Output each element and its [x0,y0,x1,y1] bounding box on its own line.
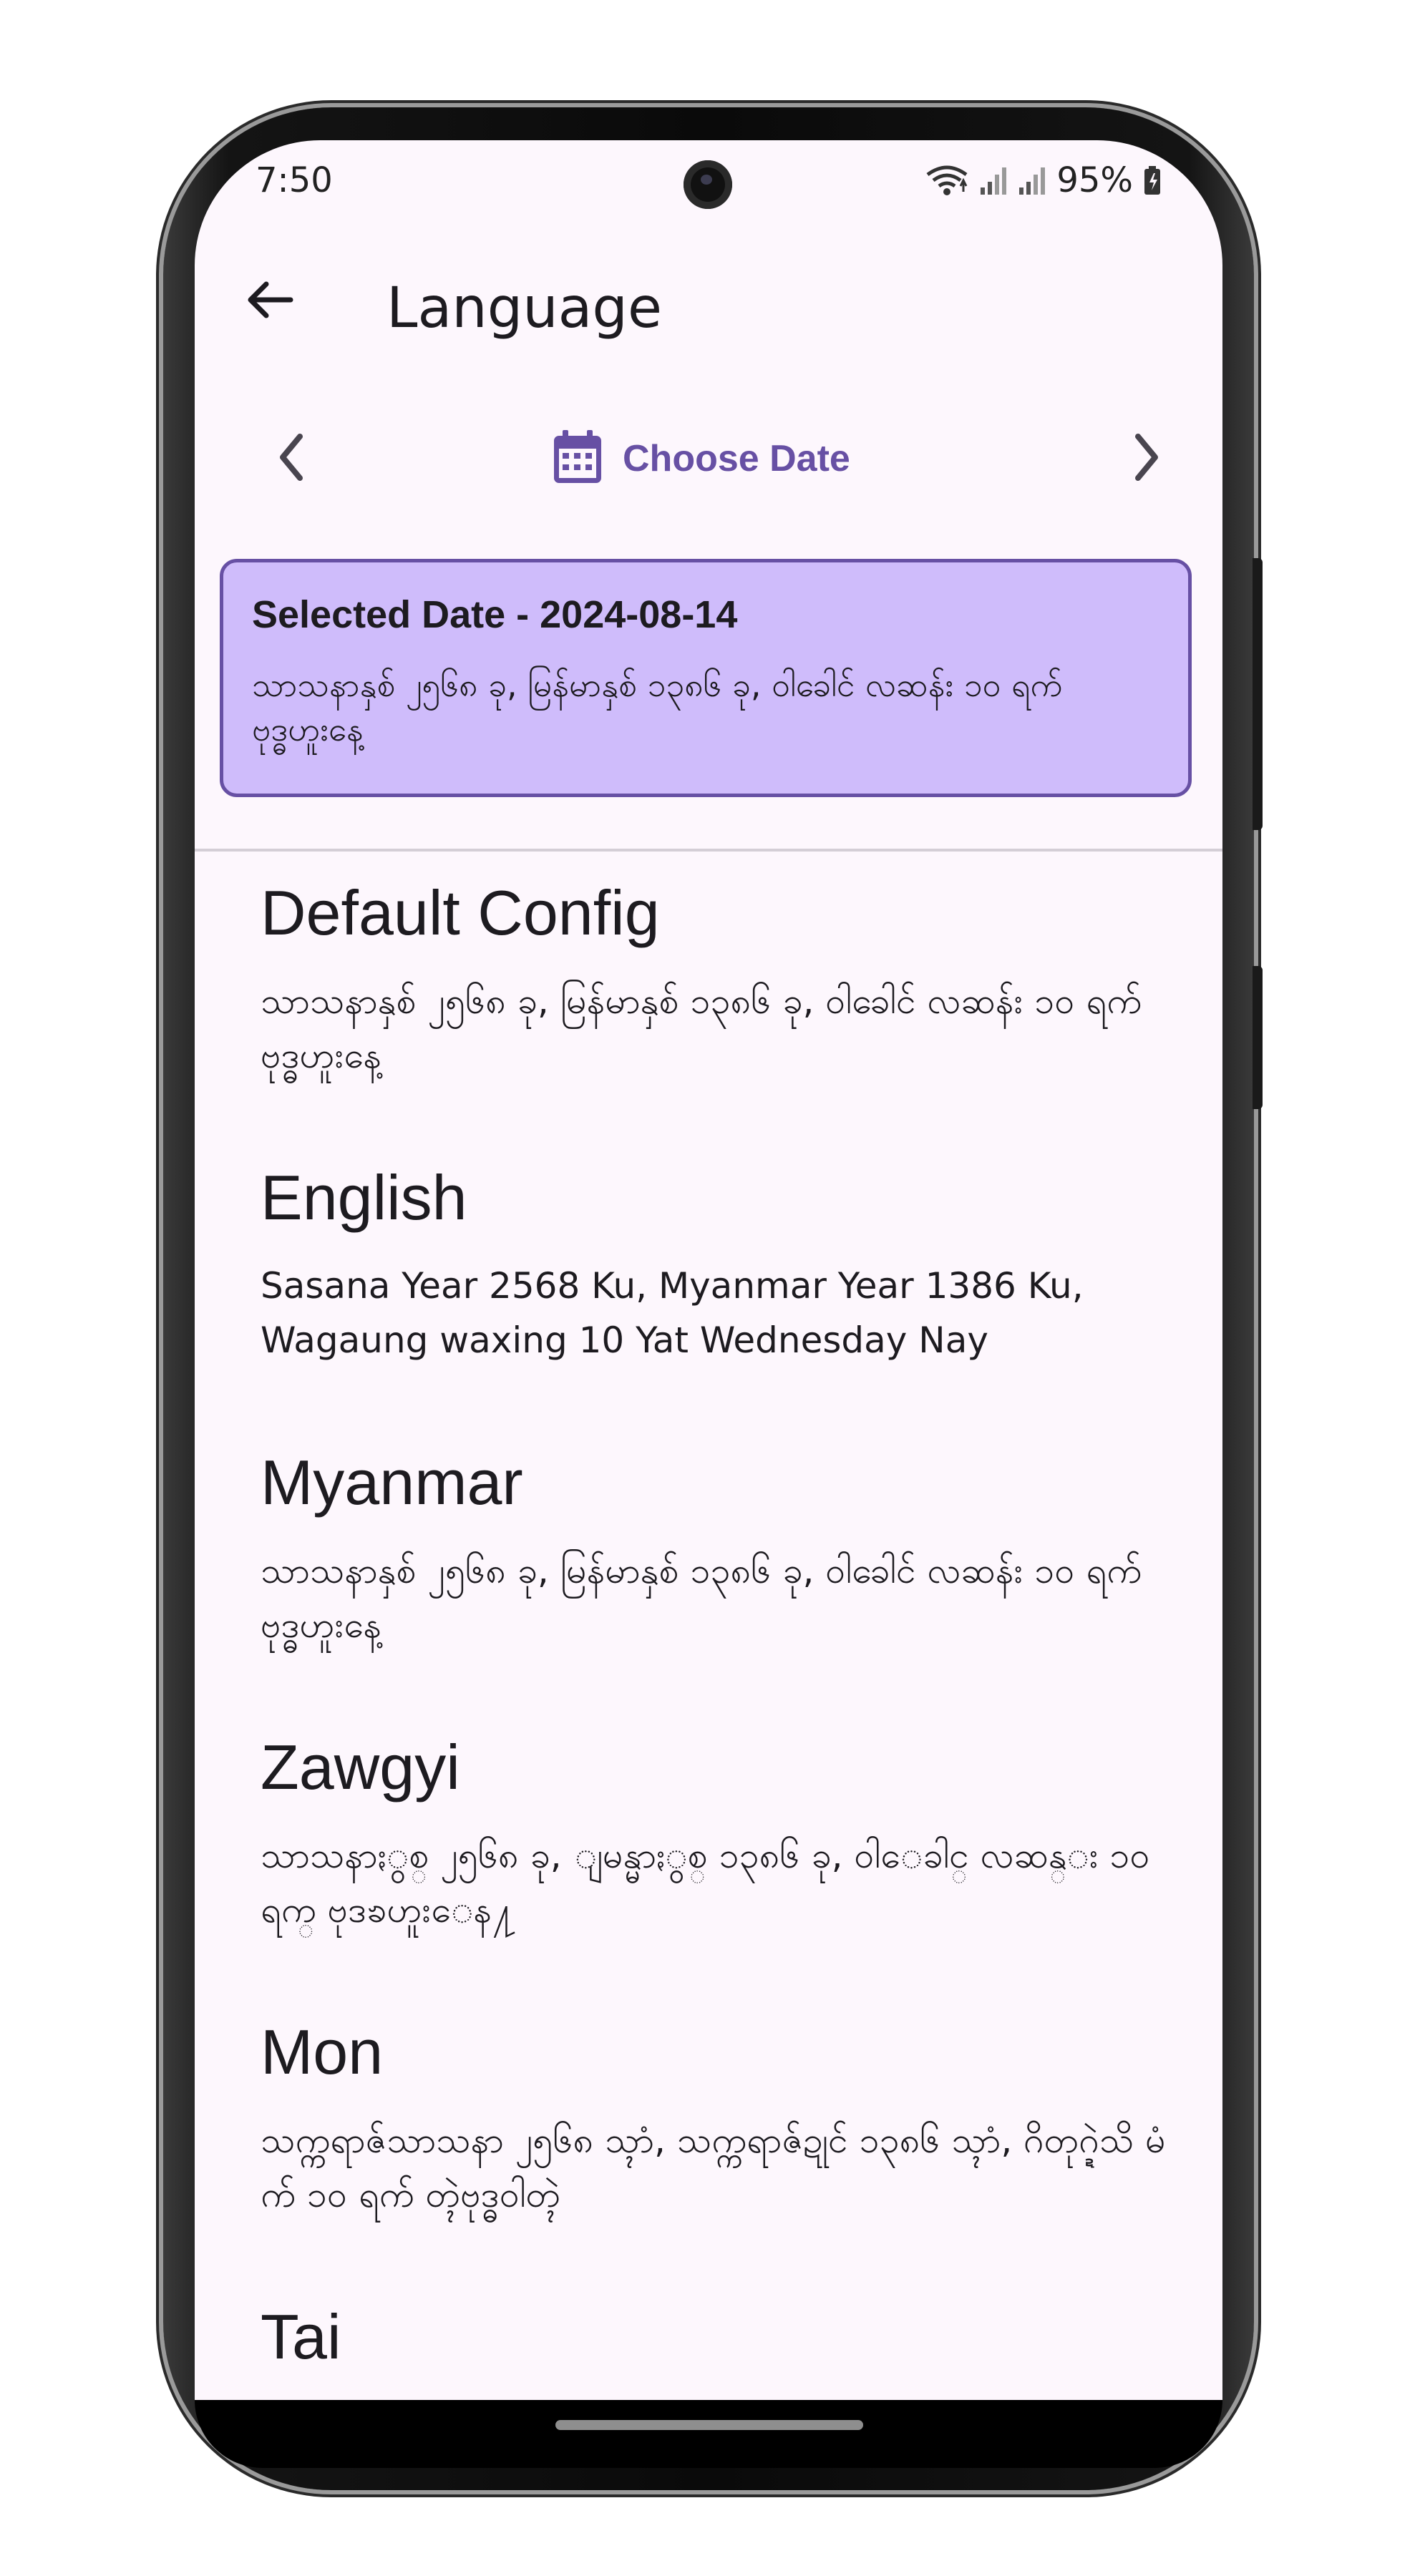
selected-date-title: Selected Date - 2024-08-14 [252,593,738,636]
battery-icon [1143,165,1162,196]
arrow-left-icon [245,278,295,324]
language-list: Default Config သာသနာနှစ် ၂၅၆၈ ခု, မြန်မာ… [261,870,1170,2400]
language-name: Mon [261,2016,384,2087]
language-item-myanmar[interactable]: Myanmar သာသနာနှစ် ၂၅၆၈ ခု, မြန်မာနှစ် ၁၃… [261,1440,1170,1724]
volume-button [1253,966,1263,1109]
divider [195,849,1222,852]
home-indicator[interactable] [555,2420,863,2430]
page-title: Language [386,276,662,341]
choose-date-button[interactable]: Choose Date [553,426,850,491]
screen: 7:50 95% Language Choose Date Selected D… [195,140,1222,2400]
app-bar: Language [195,248,1222,355]
next-date-button[interactable] [1111,423,1182,494]
previous-date-button[interactable] [256,423,327,494]
language-date-text: သက္ကရာဇ်သာသနာ ၂၅၆၈ သ္ၚာံ, သက္ကရာဇ်ဍုင် ၁… [261,2119,1166,2215]
signal-icon [979,165,1008,196]
language-date-text: Sasana Year 2568 Ku, Myanmar Year 1386 K… [261,1265,1084,1361]
language-name: Default Config [261,877,660,948]
back-button[interactable] [234,265,306,337]
language-item-mon[interactable]: Mon သက္ကရာဇ်သာသနာ ၂၅၆၈ သ္ၚာံ, သက္ကရာဇ်ဍု… [261,2009,1170,2294]
language-date-text: သာသနာနှစ် ၂၅၆၈ ခု, မြန်မာနှစ် ၁၃၈၆ ခု, ဝ… [261,1550,1142,1646]
power-button [1253,558,1263,830]
status-time: 7:50 [256,160,333,200]
battery-percent: 95% [1056,160,1133,200]
status-icons: 95% [925,160,1162,200]
chevron-left-icon [277,432,306,485]
language-date-text: သာသနာနှစ် ၂၅၆၈ ခု, မြန်မာနှစ် ၁၃၈၆ ခု, ဝ… [261,980,1142,1076]
language-item-tai[interactable]: Tai [261,2294,1170,2400]
wifi-icon [925,165,969,196]
choose-date-label: Choose Date [623,438,850,479]
calendar-icon [553,430,603,487]
language-item-zawgyi[interactable]: Zawgyi သာသနာႏွစ္ ၂၅၆၈ ခု, ျမန္မာႏွစ္ ၁၃၈… [261,1724,1170,2009]
front-camera [684,160,732,209]
selected-date-card: Selected Date - 2024-08-14 သာသနာနှစ် ၂၅၆… [220,559,1192,797]
language-item-default-config[interactable]: Default Config သာသနာနှစ် ၂၅၆၈ ခု, မြန်မာ… [261,870,1170,1155]
signal-icon [1018,165,1046,196]
selected-date-text: သာသနာနှစ် ၂၅၆၈ ခု, မြန်မာနှစ် ၁၃၈၆ ခု, ဝ… [252,665,1063,748]
chevron-right-icon [1132,432,1161,485]
language-name: English [261,1162,467,1233]
language-name: Zawgyi [261,1732,460,1802]
language-item-english[interactable]: English Sasana Year 2568 Ku, Myanmar Yea… [261,1155,1170,1440]
language-name: Tai [261,2301,341,2372]
language-name: Myanmar [261,1447,523,1518]
system-navigation-bar [195,2400,1222,2468]
language-date-text: သာသနာႏွစ္ ၂၅၆၈ ခု, ျမန္မာႏွစ္ ၁၃၈၆ ခု, ဝ… [261,1835,1150,1931]
date-navigation: Choose Date [195,412,1222,505]
